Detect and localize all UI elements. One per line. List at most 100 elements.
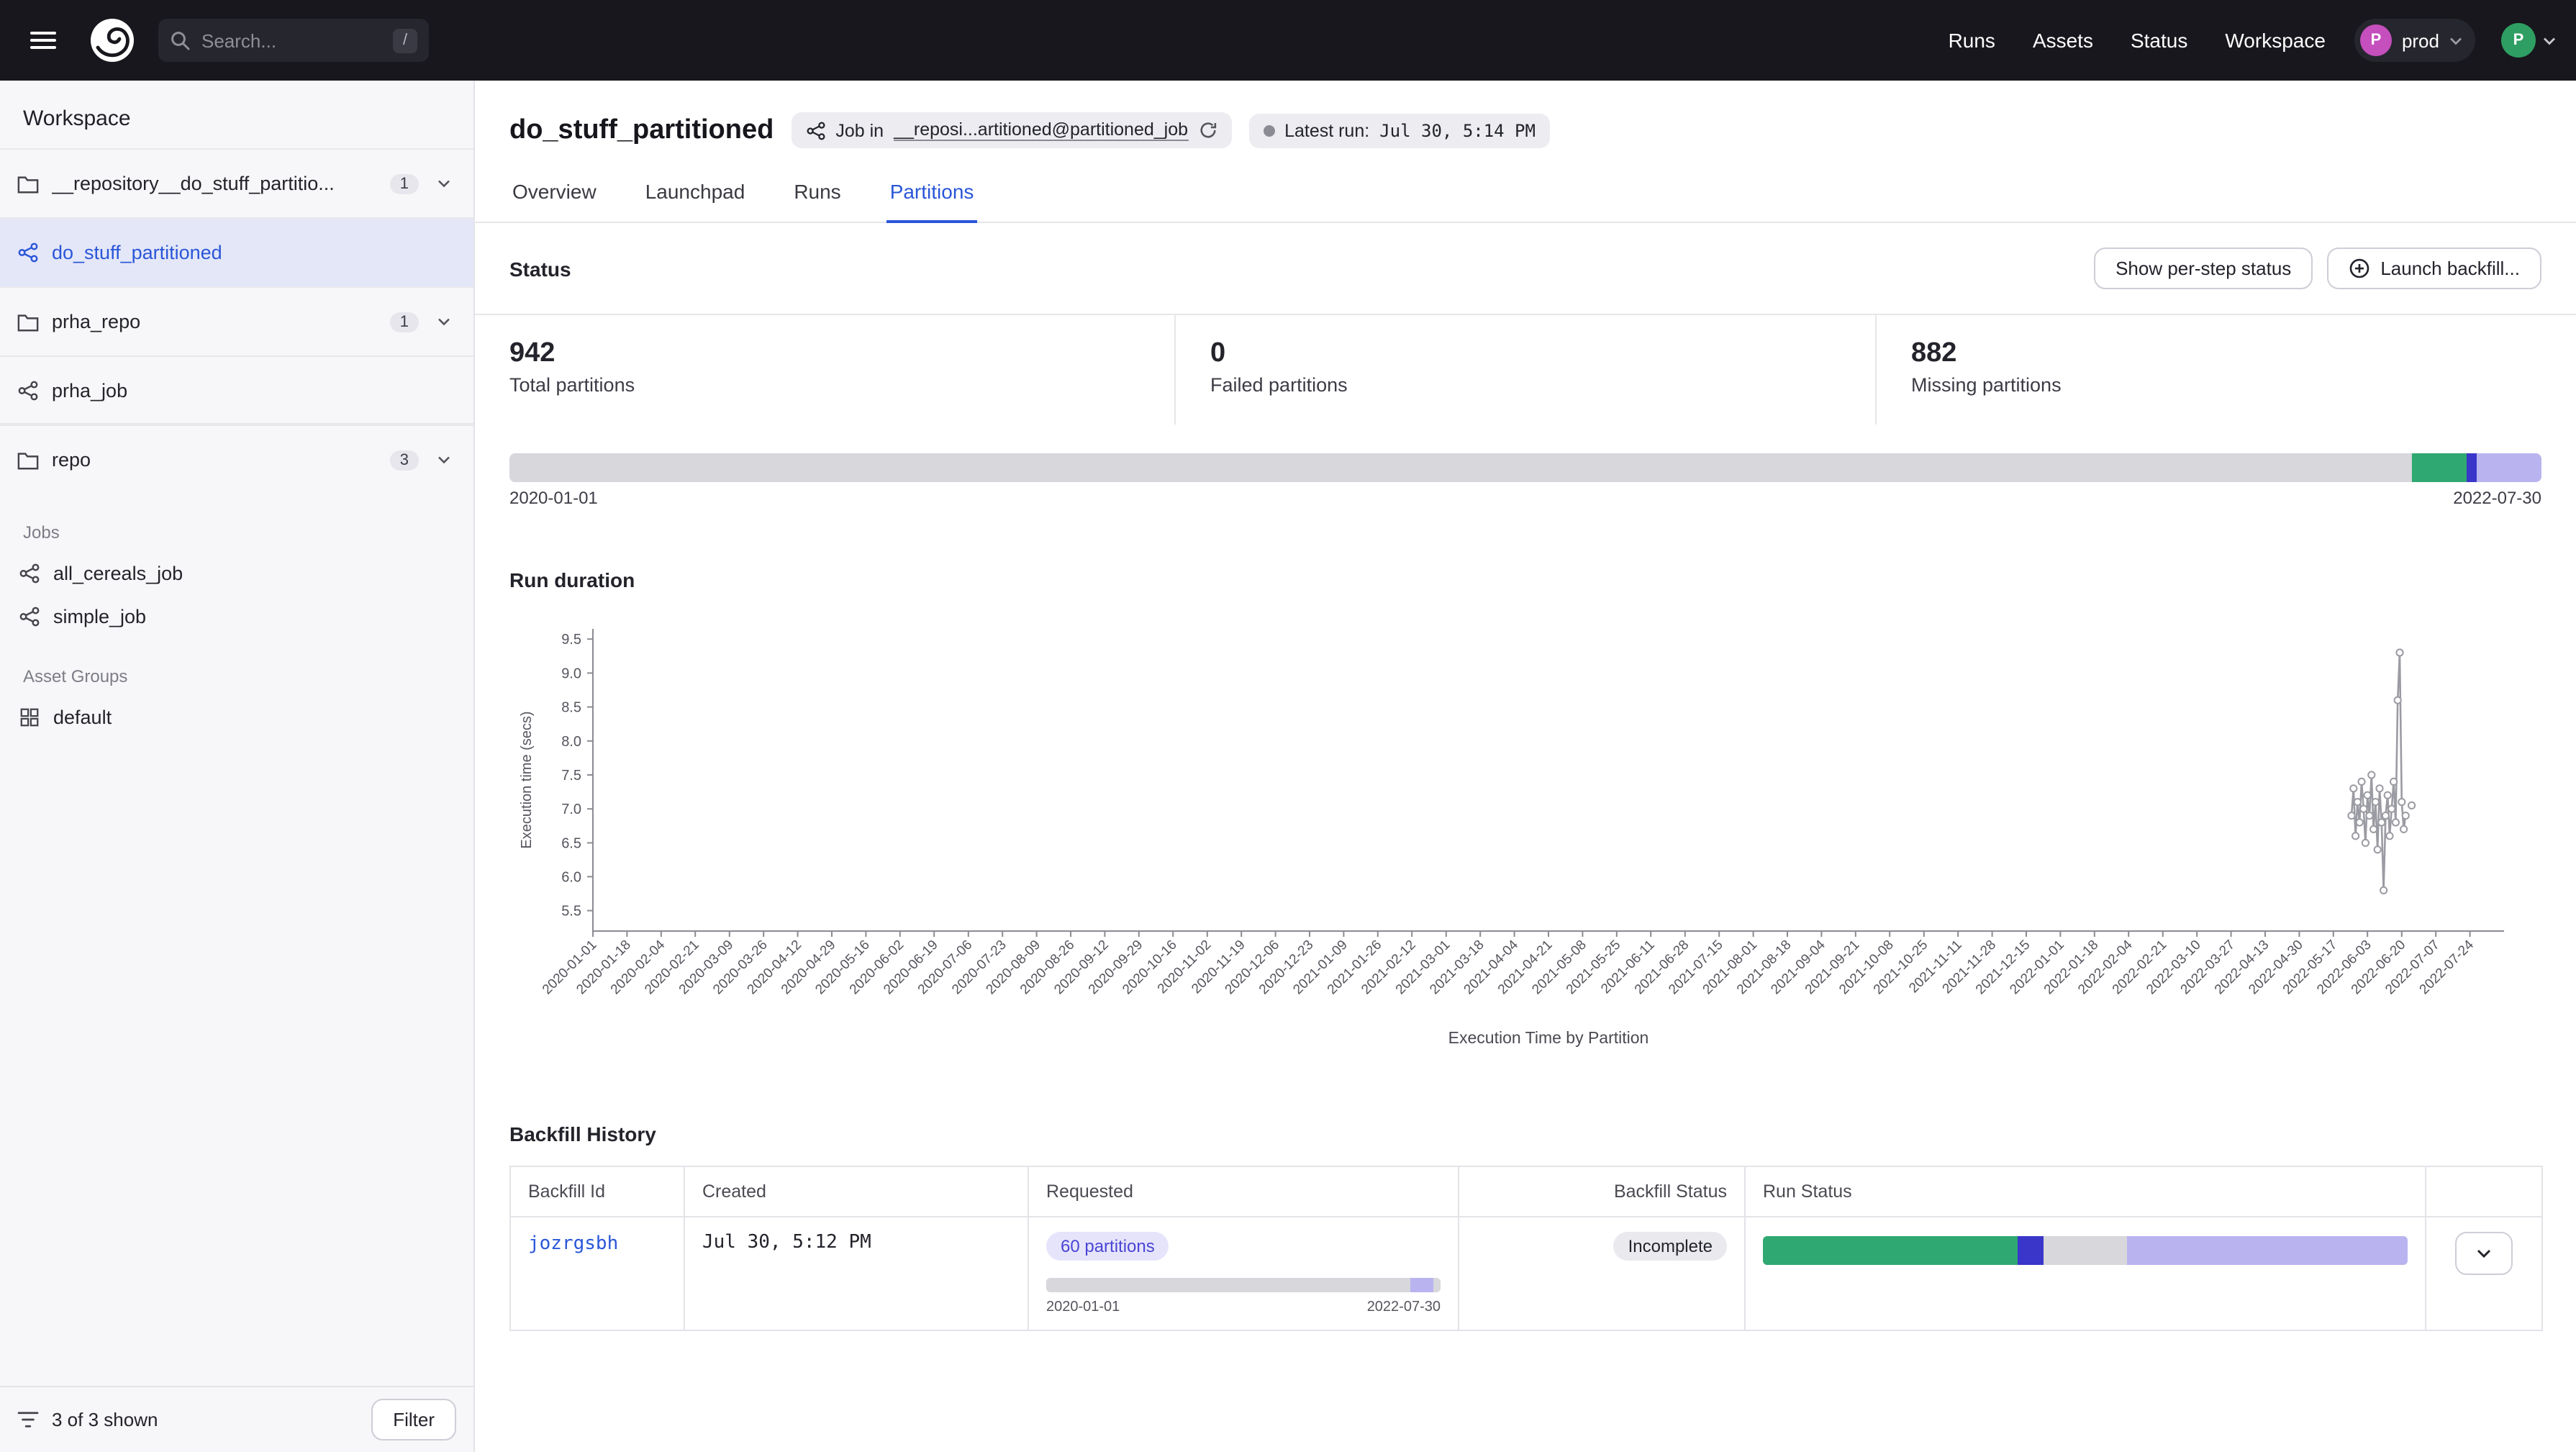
tab-bar: Overview Launchpad Runs Partitions	[475, 171, 2576, 223]
launch-backfill-label: Launch backfill...	[2380, 258, 2520, 279]
page-title: do_stuff_partitioned	[509, 114, 774, 146]
latest-run-time[interactable]: Jul 30, 5:14 PM	[1379, 120, 1536, 140]
run-duration-chart-container: 5.56.06.57.07.58.08.59.09.52020-01-01202…	[475, 591, 2576, 1062]
sidebar-item-default[interactable]: default	[0, 695, 473, 738]
filter-icon	[17, 1410, 39, 1429]
sidebar-item-label: simple_job	[53, 605, 146, 627]
status-dot-icon	[1263, 124, 1274, 136]
tab-launchpad[interactable]: Launchpad	[643, 171, 748, 223]
svg-text:9.5: 9.5	[561, 632, 581, 648]
bar-segment	[2018, 1236, 2044, 1265]
top-nav: / Runs Assets Status Workspace P prod P	[0, 0, 2576, 81]
stat-label: Total partitions	[509, 374, 1140, 396]
job-icon	[19, 605, 40, 627]
expand-caret[interactable]	[432, 173, 456, 194]
sidebar-item-simple-job[interactable]: simple_job	[0, 594, 473, 637]
stat-failed-partitions: 0 Failed partitions	[1176, 315, 1877, 425]
backfill-id-link[interactable]: jozrgsbh	[528, 1233, 618, 1255]
latest-run-label: Latest run:	[1284, 120, 1369, 140]
sidebar-footer: 3 of 3 shown Filter	[0, 1386, 473, 1452]
run-status-bar[interactable]	[1763, 1236, 2408, 1265]
search-box[interactable]: /	[158, 19, 429, 62]
dagster-logo[interactable]	[86, 14, 138, 66]
sidebar-item-label: do_stuff_partitioned	[52, 242, 222, 263]
sidebar-item-repository-do-stuff[interactable]: __repository__do_stuff_partitio... 1	[0, 148, 473, 217]
sidebar-item-do-stuff-partitioned[interactable]: do_stuff_partitioned	[0, 217, 473, 286]
run-duration-title: Run duration	[509, 568, 2541, 591]
partition-range: 2020-01-01 2022-07-30	[475, 488, 2576, 508]
refresh-icon[interactable]	[1198, 121, 1217, 140]
sidebar-item-repo[interactable]: repo 3	[0, 425, 473, 494]
chevron-down-icon	[2449, 35, 2462, 45]
tab-partitions[interactable]: Partitions	[887, 171, 977, 223]
partition-stats: 942 Total partitions 0 Failed partitions…	[475, 315, 2576, 425]
bar-segment	[1433, 1278, 1441, 1292]
execution-time-chart: 5.56.06.57.07.58.08.59.09.52020-01-01202…	[509, 606, 2541, 1055]
search-input[interactable]	[199, 28, 384, 53]
section-label-asset-groups: Asset Groups	[23, 666, 450, 686]
partition-range-end: 2022-07-30	[2453, 488, 2541, 508]
sidebar-item-label: __repository__do_stuff_partitio...	[52, 173, 335, 194]
stat-label: Failed partitions	[1210, 374, 1841, 396]
nav-link-workspace[interactable]: Workspace	[2225, 29, 2326, 52]
sidebar-item-label: default	[53, 706, 112, 727]
sidebar-item-all-cereals-job[interactable]: all_cereals_job	[0, 551, 473, 594]
requested-progress-bar	[1046, 1278, 1441, 1292]
svg-text:8.5: 8.5	[561, 700, 581, 716]
status-section-header: Status Show per-step status Launch backf…	[475, 223, 2576, 315]
expand-caret[interactable]	[432, 449, 456, 471]
search-icon	[170, 30, 190, 50]
svg-text:9.0: 9.0	[561, 666, 581, 681]
show-per-step-status-button[interactable]: Show per-step status	[2094, 248, 2313, 289]
nav-link-status[interactable]: Status	[2131, 29, 2187, 52]
job-icon	[17, 242, 39, 263]
deployment-switcher[interactable]: P prod	[2354, 19, 2475, 62]
tab-overview[interactable]: Overview	[509, 171, 599, 223]
table-header-row: Backfill Id Created Requested Backfill S…	[510, 1166, 2542, 1217]
backfill-table: Backfill Id Created Requested Backfill S…	[509, 1166, 2543, 1331]
nav-links: Runs Assets Status Workspace	[1949, 29, 2326, 52]
folder-icon	[17, 312, 39, 332]
svg-text:8.0: 8.0	[561, 734, 581, 750]
nav-link-assets[interactable]: Assets	[2033, 29, 2093, 52]
expand-caret[interactable]	[432, 311, 456, 332]
bar-segment	[2411, 453, 2466, 482]
requested-chip[interactable]: 60 partitions	[1046, 1232, 1169, 1261]
bar-segment	[2477, 453, 2541, 482]
filter-count: 3 of 3 shown	[52, 1409, 158, 1430]
job-origin-prefix: Job in	[835, 120, 884, 140]
sidebar-item-label: prha_repo	[52, 311, 140, 332]
chevron-down-icon	[437, 455, 450, 465]
job-origin-path[interactable]: __reposi...artitioned@partitioned_job	[894, 119, 1188, 141]
svg-text:6.5: 6.5	[561, 835, 581, 851]
partition-status-bar[interactable]	[509, 453, 2541, 482]
tab-runs[interactable]: Runs	[791, 171, 843, 223]
chevron-down-icon	[2477, 1248, 2491, 1259]
bar-segment	[1411, 1278, 1433, 1292]
chevron-down-icon	[437, 178, 450, 189]
sidebar-item-prha-job[interactable]: prha_job	[0, 355, 473, 425]
svg-text:Execution Time by Partition: Execution Time by Partition	[1448, 1028, 1649, 1047]
svg-text:7.0: 7.0	[561, 802, 581, 817]
bar-segment	[1763, 1236, 2018, 1265]
hamburger-menu-button[interactable]	[20, 17, 66, 63]
launch-backfill-button[interactable]: Launch backfill...	[2327, 248, 2541, 289]
count-badge: 1	[390, 173, 419, 194]
created-cell: Jul 30, 5:12 PM	[684, 1217, 1028, 1330]
backfill-history-title: Backfill History	[509, 1122, 2541, 1145]
app-root: / Runs Assets Status Workspace P prod P …	[0, 0, 2576, 1452]
expand-row-button[interactable]	[2455, 1232, 2513, 1275]
workspace-title: Workspace	[0, 81, 473, 148]
bar-segment	[2127, 1236, 2408, 1265]
chevron-down-icon	[2543, 35, 2556, 45]
job-origin-badge: Job in __reposi...artitioned@partitioned…	[791, 112, 1231, 148]
filter-button[interactable]: Filter	[371, 1399, 456, 1440]
deployment-name: prod	[2402, 30, 2439, 51]
user-menu[interactable]: P	[2501, 23, 2556, 58]
requested-cell: 60 partitions 2020-01-01 2022-07-30	[1028, 1217, 1459, 1330]
column-requested: Requested	[1028, 1166, 1459, 1217]
column-run-status: Run Status	[1745, 1166, 2426, 1217]
sidebar-item-prha-repo[interactable]: prha_repo 1	[0, 286, 473, 355]
nav-link-runs[interactable]: Runs	[1949, 29, 1995, 52]
count-badge: 1	[390, 312, 419, 332]
